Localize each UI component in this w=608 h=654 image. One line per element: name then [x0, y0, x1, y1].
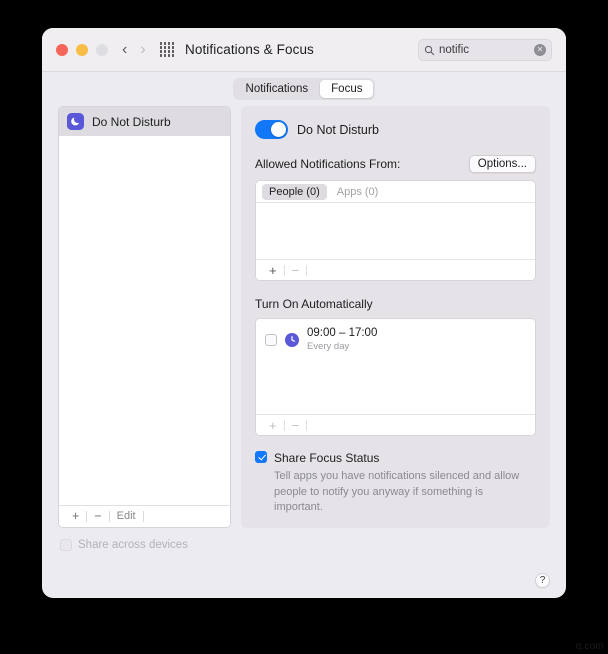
focus-list-sidebar: Do Not Disturb + − Edit — [58, 106, 231, 528]
remove-focus-button[interactable]: − — [87, 510, 108, 523]
toggle-knob — [270, 121, 287, 138]
toolbar-separator — [306, 419, 308, 431]
allowed-notifications-listbox: People (0) Apps (0) + − — [255, 180, 536, 282]
clock-icon — [285, 332, 299, 347]
show-all-grid-icon[interactable] — [159, 42, 174, 57]
screen-root: ‹ › Notifications & Focus notific ✕ Noti… — [0, 0, 608, 654]
sidebar-item-label: Do Not Disturb — [92, 114, 171, 129]
schedule-list-footer-toolbar: + − — [256, 414, 535, 436]
clear-search-icon[interactable]: ✕ — [534, 44, 546, 56]
share-focus-status-label: Share Focus Status — [274, 451, 380, 466]
close-window-button[interactable] — [56, 43, 68, 56]
add-allowed-button[interactable]: + — [262, 264, 284, 277]
sidebar-item-do-not-disturb[interactable]: Do Not Disturb — [59, 107, 230, 136]
traffic-light-group — [56, 43, 108, 56]
segment-apps[interactable]: Apps (0) — [330, 184, 386, 200]
window-bottom-bar: ? — [42, 570, 566, 598]
share-across-devices-checkbox[interactable] — [60, 539, 72, 551]
share-focus-status-checkbox[interactable] — [255, 451, 267, 464]
help-button[interactable]: ? — [535, 573, 550, 588]
sidebar-column: Do Not Disturb + − Edit Share across dev… — [58, 106, 231, 570]
share-across-devices-row[interactable]: Share across devices — [58, 539, 231, 551]
add-focus-button[interactable]: + — [65, 510, 86, 523]
search-input-value[interactable]: notific — [439, 44, 534, 56]
allowed-list-footer-toolbar: + − — [256, 259, 535, 281]
window-body: Do Not Disturb + − Edit Share across dev… — [42, 106, 566, 570]
tab-bar: Notifications Focus — [42, 72, 566, 106]
minimize-window-button[interactable] — [76, 43, 88, 56]
remove-allowed-button: − — [291, 262, 300, 278]
allowed-list-empty-area — [256, 203, 535, 260]
schedule-time-range: 09:00 – 17:00 — [307, 327, 378, 340]
schedule-listbox: 09:00 – 17:00 Every day + − — [255, 318, 536, 437]
back-chevron-icon[interactable]: ‹ — [122, 41, 127, 58]
segment-people[interactable]: People (0) — [262, 183, 327, 200]
do-not-disturb-toggle-label: Do Not Disturb — [297, 122, 379, 137]
watermark-text: q.com — [575, 641, 604, 652]
tab-focus[interactable]: Focus — [320, 80, 374, 98]
window-titlebar: ‹ › Notifications & Focus notific ✕ — [42, 28, 566, 72]
forward-chevron-icon: › — [140, 40, 146, 58]
schedule-repeat: Every day — [307, 340, 350, 352]
allowed-notifications-title: Allowed Notifications From: — [255, 157, 401, 171]
turn-on-automatically-title: Turn On Automatically — [255, 297, 373, 312]
system-preferences-window: ‹ › Notifications & Focus notific ✕ Noti… — [42, 28, 566, 598]
edit-focus-button[interactable]: Edit — [110, 511, 143, 522]
schedule-row[interactable]: 09:00 – 17:00 Every day — [256, 319, 535, 356]
remove-schedule-button: − — [291, 417, 300, 433]
allowed-segmented-control: People (0) Apps (0) — [256, 181, 535, 203]
sidebar-empty-area — [59, 136, 230, 505]
do-not-disturb-toggle[interactable] — [255, 120, 288, 139]
focus-detail-panel: Do Not Disturb Allowed Notifications Fro… — [241, 106, 550, 528]
allowed-notifications-header: Allowed Notifications From: Options... — [255, 155, 536, 173]
navigation-buttons: ‹ › — [122, 40, 146, 58]
toolbar-separator — [306, 264, 308, 276]
share-focus-status-description: Tell apps you have notifications silence… — [274, 470, 520, 514]
sidebar-footer-toolbar: + − Edit — [59, 505, 230, 527]
add-schedule-button[interactable]: + — [262, 419, 284, 432]
zoom-window-button — [96, 43, 108, 56]
moon-icon — [67, 113, 84, 130]
search-icon — [424, 45, 435, 55]
tab-notifications[interactable]: Notifications — [235, 80, 320, 98]
tab-group: Notifications Focus — [232, 78, 376, 100]
page-title: Notifications & Focus — [185, 42, 314, 57]
schedule-text-group: 09:00 – 17:00 Every day — [307, 326, 377, 352]
toolbar-separator — [142, 511, 144, 522]
options-button[interactable]: Options... — [468, 155, 536, 173]
share-across-devices-label: Share across devices — [78, 539, 188, 551]
share-focus-status-row: Share Focus Status Tell apps you have no… — [255, 451, 536, 516]
focus-enable-row: Do Not Disturb — [255, 120, 536, 139]
search-field[interactable]: notific ✕ — [418, 39, 552, 61]
schedule-list-area: 09:00 – 17:00 Every day — [256, 319, 535, 415]
share-focus-status-texts: Share Focus Status Tell apps you have no… — [274, 451, 522, 516]
turn-on-automatically-header: Turn On Automatically — [255, 297, 536, 311]
schedule-enabled-checkbox[interactable] — [265, 333, 277, 346]
